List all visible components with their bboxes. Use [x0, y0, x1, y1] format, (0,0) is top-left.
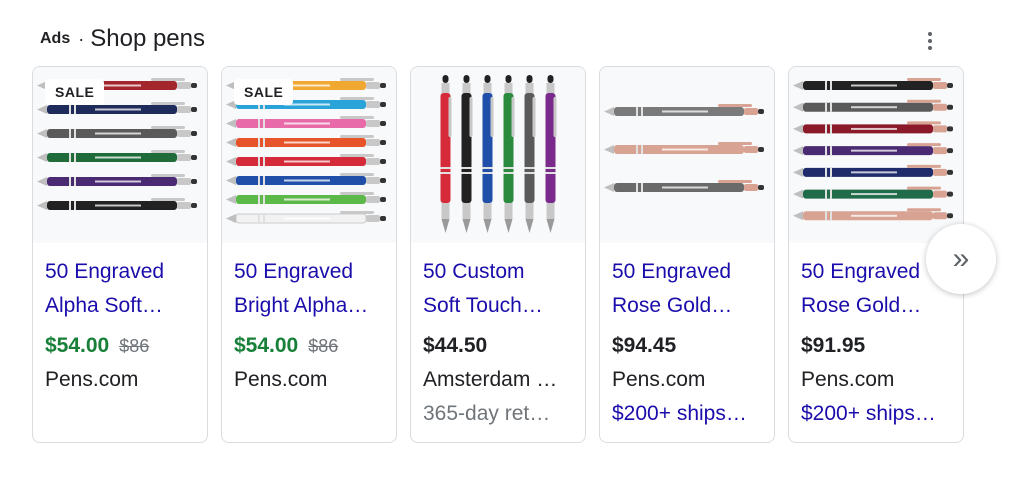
product-price: $54.00 — [234, 334, 299, 357]
product-carousel: SALE 50 Engraved Alpha Soft… $54.00 $86 Pens.… — [32, 66, 964, 443]
product-title-link[interactable]: 50 Engraved Bright Alpha… — [234, 255, 384, 323]
original-price: $86 — [119, 335, 150, 356]
merchant-name: Amsterdam … — [423, 368, 558, 391]
pen-image — [793, 186, 953, 199]
product-price: $91.95 — [801, 334, 866, 357]
product-title-line: 50 Custom — [423, 260, 525, 283]
product-card[interactable]: SALE 50 Engraved Alpha Soft… $54.00 $86 Pens.… — [32, 66, 208, 443]
price-row: $54.00 $86 — [45, 331, 195, 361]
sale-badge: SALE — [45, 79, 105, 105]
pen-image — [793, 121, 953, 134]
product-title-line: Rose Gold… — [801, 294, 922, 317]
pen-image — [793, 164, 953, 177]
product-title-line: 50 Engraved — [45, 260, 165, 283]
pen-image — [226, 173, 386, 185]
product-price: $94.45 — [612, 334, 677, 357]
shipping-info: $200+ ships… — [612, 402, 747, 425]
pen-image — [793, 99, 953, 112]
pen-image — [793, 78, 953, 90]
product-image[interactable] — [411, 67, 585, 243]
return-policy: 365-day ret… — [423, 402, 551, 425]
pen-image — [545, 75, 557, 233]
product-card[interactable]: SALE 50 Engraved Bright Alpha… $54.00 $86 Pen… — [221, 66, 397, 443]
more-vert-icon[interactable] — [918, 28, 942, 54]
sale-badge: SALE — [234, 79, 294, 105]
pen-image — [604, 104, 764, 116]
pen-image — [793, 208, 953, 221]
product-title-line: 50 Engraved — [234, 260, 354, 283]
price-row: $94.45 — [612, 331, 762, 361]
merchant-name: Pens.com — [234, 368, 328, 391]
pen-image — [482, 75, 494, 233]
pen-image — [440, 75, 452, 233]
pen-image — [226, 135, 386, 147]
shipping-info: $200+ ships… — [801, 402, 936, 425]
product-title-link[interactable]: 50 Engraved Rose Gold… — [612, 255, 762, 323]
pen-image — [793, 143, 953, 156]
ads-label: Ads — [40, 30, 71, 47]
double-chevron-right-icon: » — [952, 242, 970, 275]
section-header: Ads · Shop pens — [40, 22, 205, 56]
product-title-line: 50 Engraved — [612, 260, 732, 283]
pen-image — [503, 75, 515, 233]
price-row: $44.50 — [423, 331, 573, 361]
section-title: Shop pens — [90, 25, 205, 52]
pen-image — [37, 174, 197, 186]
pen-image — [226, 154, 386, 166]
pen-image — [37, 150, 197, 162]
pen-image — [524, 75, 536, 233]
next-button[interactable]: » — [926, 224, 996, 294]
price-row: $54.00 $86 — [234, 331, 384, 361]
merchant-name: Pens.com — [612, 368, 706, 391]
product-title-line: Soft Touch… — [423, 294, 543, 317]
merchant-name: Pens.com — [45, 368, 139, 391]
separator-dot: · — [78, 28, 85, 49]
product-title-line: Alpha Soft… — [45, 294, 163, 317]
product-image[interactable]: SALE — [33, 67, 207, 243]
product-card[interactable]: 50 Custom Soft Touch… $44.50 Amsterdam … 365… — [410, 66, 586, 443]
pen-image — [604, 142, 764, 154]
product-title-link[interactable]: 50 Engraved Alpha Soft… — [45, 255, 195, 323]
product-title-line: Rose Gold… — [612, 294, 733, 317]
pen-image — [604, 180, 764, 192]
product-image[interactable]: SALE — [222, 67, 396, 243]
pen-image — [37, 126, 197, 138]
product-image[interactable] — [600, 67, 774, 243]
pen-image — [226, 211, 386, 224]
pen-image — [461, 75, 473, 233]
original-price: $86 — [308, 335, 339, 356]
product-price: $54.00 — [45, 334, 110, 357]
product-image[interactable] — [789, 67, 963, 243]
pen-image — [226, 116, 386, 128]
pen-image — [37, 198, 197, 210]
merchant-name: Pens.com — [801, 368, 895, 391]
price-row: $91.95 — [801, 331, 951, 361]
product-price: $44.50 — [423, 334, 488, 357]
product-title-line: Bright Alpha… — [234, 294, 369, 317]
pen-image — [226, 192, 386, 204]
product-card[interactable]: 50 Engraved Rose Gold… $94.45 Pens.com $200+… — [599, 66, 775, 443]
product-title-link[interactable]: 50 Custom Soft Touch… — [423, 255, 573, 323]
